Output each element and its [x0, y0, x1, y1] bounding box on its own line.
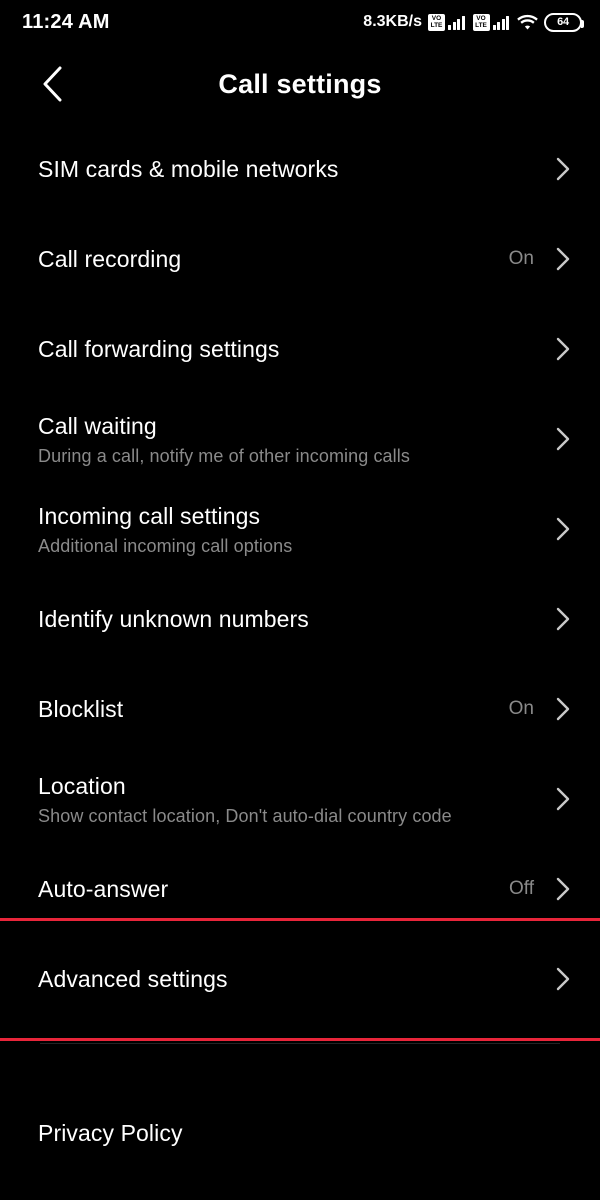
settings-row-title: Incoming call settings [38, 502, 261, 529]
settings-row-text: Location Show contact location, Don't au… [38, 773, 552, 826]
settings-row-title: Advanced settings [38, 966, 228, 992]
chevron-right-icon [552, 877, 574, 901]
settings-row-text: SIM cards & mobile networks [38, 156, 552, 182]
volte-icon-top: VO [476, 15, 486, 22]
chevron-right-icon [552, 427, 574, 451]
settings-row-subtitle: Additional incoming call options [38, 535, 293, 556]
signal-bars-icon [448, 14, 465, 30]
settings-row-sim-cards-mobile-networks[interactable]: SIM cards & mobile networks [0, 124, 600, 214]
settings-row-title: Call waiting [38, 412, 157, 439]
volte-icon: VO LTE [472, 13, 490, 31]
settings-row-subtitle: During a call, notify me of other incomi… [38, 445, 410, 466]
settings-row-title: Privacy Policy [38, 1120, 183, 1146]
settings-row-incoming-call-settings[interactable]: Incoming call settings Additional incomi… [0, 484, 600, 574]
settings-row-text: Incoming call settings Additional incomi… [38, 503, 552, 556]
chevron-right-icon [552, 247, 574, 271]
call-settings-screen: 11:24 AM 8.3KB/s VO LTE VO LTE 64 Call s… [0, 0, 600, 1200]
settings-row-title: Identify unknown numbers [38, 606, 309, 632]
settings-row-text: Identify unknown numbers [38, 606, 552, 632]
settings-row-text: Call waiting During a call, notify me of… [38, 413, 552, 466]
settings-row-identify-unknown-numbers[interactable]: Identify unknown numbers [0, 574, 600, 664]
settings-row-blocklist[interactable]: Blocklist On [0, 664, 600, 754]
chevron-right-icon [552, 337, 574, 361]
chevron-right-icon [552, 787, 574, 811]
sim2-status: VO LTE [472, 13, 509, 31]
app-header: Call settings [0, 44, 600, 124]
status-bar-icons: 8.3KB/s VO LTE VO LTE 64 [363, 12, 584, 32]
settings-row-privacy-policy[interactable]: Privacy Policy [0, 1088, 600, 1178]
signal-bars-icon [492, 14, 509, 30]
settings-row-location[interactable]: Location Show contact location, Don't au… [0, 754, 600, 844]
settings-row-title: Call forwarding settings [38, 336, 280, 362]
settings-row-title: SIM cards & mobile networks [38, 156, 339, 182]
settings-row-text: Auto-answer [38, 876, 509, 902]
chevron-right-icon [552, 517, 574, 541]
wifi-icon [517, 14, 538, 30]
sim1-status: VO LTE [428, 13, 465, 31]
settings-row-title: Auto-answer [38, 876, 169, 902]
chevron-right-icon [552, 697, 574, 721]
settings-row-text: Call forwarding settings [38, 336, 552, 362]
volte-icon: VO LTE [428, 13, 445, 31]
settings-row-text: Advanced settings [38, 966, 552, 992]
chevron-right-icon [552, 967, 574, 991]
network-speed-indicator: 8.3KB/s [363, 13, 422, 30]
chevron-right-icon [552, 157, 574, 181]
settings-row-text: Call recording [38, 246, 509, 272]
list-divider [40, 1043, 560, 1044]
page-title: Call settings [218, 68, 382, 99]
status-bar: 11:24 AM 8.3KB/s VO LTE VO LTE 64 [0, 0, 600, 44]
settings-row-call-forwarding-settings[interactable]: Call forwarding settings [0, 304, 600, 394]
volte-icon-bottom: LTE [430, 22, 443, 29]
settings-row-title: Location [38, 772, 126, 799]
volte-icon-top: VO [431, 15, 442, 22]
status-bar-clock: 11:24 AM [22, 10, 110, 33]
battery-icon: 64 [544, 12, 584, 32]
settings-row-value: On [508, 248, 534, 269]
battery-level-label: 64 [557, 16, 569, 28]
settings-row-call-recording[interactable]: Call recording On [0, 214, 600, 304]
settings-row-value: Off [509, 878, 534, 899]
chevron-right-icon [552, 607, 574, 631]
volte-icon-bottom: LTE [475, 22, 487, 29]
settings-row-title: Blocklist [38, 696, 124, 722]
settings-row-title: Call recording [38, 246, 182, 272]
settings-row-call-waiting[interactable]: Call waiting During a call, notify me of… [0, 394, 600, 484]
back-chevron-icon [41, 66, 63, 102]
settings-row-value: On [508, 698, 534, 719]
settings-row-subtitle: Show contact location, Don't auto-dial c… [38, 805, 452, 826]
back-button[interactable] [30, 62, 74, 106]
settings-row-text: Blocklist [38, 696, 509, 722]
settings-row-auto-answer[interactable]: Auto-answer Off [0, 844, 600, 934]
settings-list: SIM cards & mobile networks Call recordi… [0, 124, 600, 1178]
settings-row-advanced-settings[interactable]: Advanced settings [0, 918, 600, 1041]
